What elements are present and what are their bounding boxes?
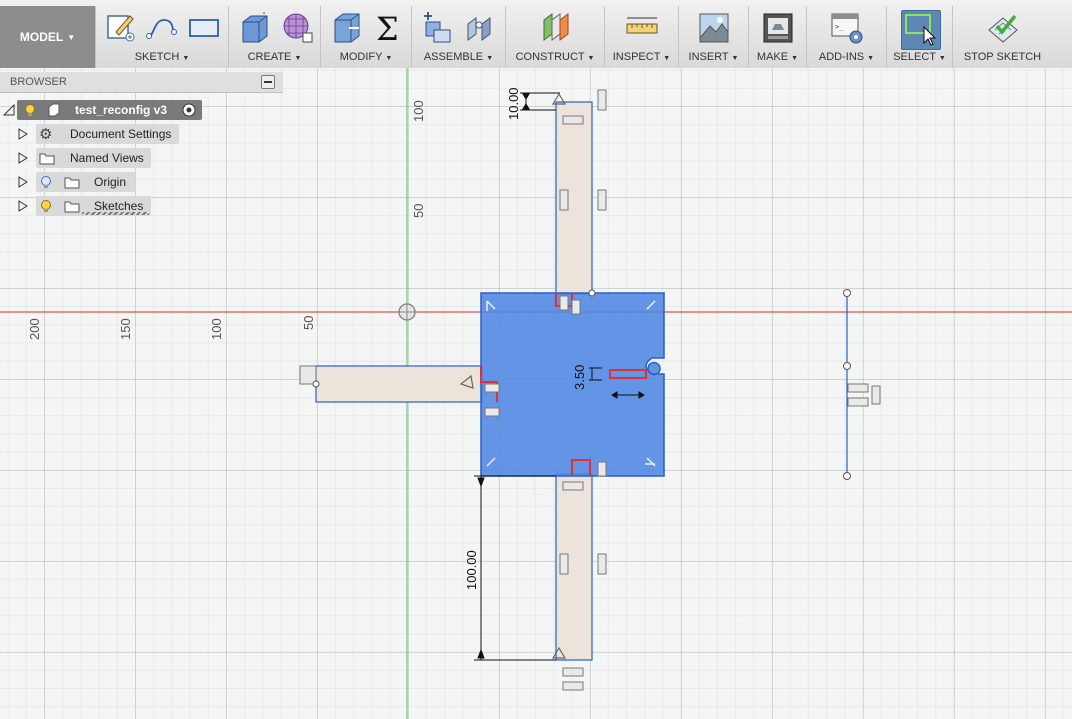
ruler-h-200: 200 <box>27 318 42 340</box>
dimension-bottom[interactable] <box>474 475 556 661</box>
caret-down-icon: ▼ <box>67 32 76 42</box>
browser-item-origin[interactable]: Origin <box>16 172 186 192</box>
modify-group-label: MODIFY <box>339 51 383 63</box>
stop-sketch-label: STOP SKETCH <box>963 51 1042 63</box>
svg-text:Σ: Σ <box>376 10 399 46</box>
inspect-group[interactable]: INSPECT ▼ <box>604 6 678 68</box>
offset-plane-icon[interactable] <box>538 10 574 46</box>
caret-down-icon: ▼ <box>294 55 302 62</box>
sketch-group[interactable]: SKETCH ▼ <box>95 6 228 68</box>
ruler-h-100: 100 <box>209 318 224 340</box>
activate-radio-icon[interactable] <box>182 103 196 117</box>
ruler-h-150: 150 <box>118 318 133 340</box>
assemble-group-label: ASSEMBLE <box>423 51 484 63</box>
insert-group[interactable]: INSERT ▼ <box>678 6 748 68</box>
root-label: test_reconfig v3 <box>75 103 168 117</box>
caret-down-icon: ▼ <box>791 55 799 62</box>
component-icon <box>48 103 60 117</box>
workspace-switcher-button[interactable]: MODEL ▼ <box>0 6 95 68</box>
named-views-label: Named Views <box>70 151 144 165</box>
browser-panel: BROWSER test_reconfig v3 ⚙ Document Sett… <box>0 72 283 216</box>
origin-label: Origin <box>94 175 127 189</box>
dimension-top-label[interactable]: 10.00 <box>506 87 521 120</box>
create-sketch-icon[interactable] <box>104 10 140 46</box>
stop-sketch-group[interactable]: STOP SKETCH <box>952 6 1052 68</box>
ruler-v-100: 100 <box>411 100 426 122</box>
dimension-bottom-label[interactable]: 100.00 <box>464 550 479 590</box>
joint-icon[interactable] <box>462 10 498 46</box>
parameters-sigma-icon[interactable]: Σ <box>371 10 407 46</box>
browser-title: BROWSER <box>10 76 67 88</box>
expand-triangle-icon[interactable] <box>16 175 30 189</box>
measure-icon[interactable] <box>624 10 660 46</box>
caret-down-icon: ▼ <box>182 55 190 62</box>
lightbulb-off-icon[interactable] <box>39 175 53 189</box>
caret-down-icon: ▼ <box>587 55 595 62</box>
folder-icon <box>64 201 80 213</box>
workspace-label: MODEL <box>19 30 64 44</box>
scripts-icon[interactable]: >_ <box>829 10 865 46</box>
sketch-point[interactable] <box>588 289 596 297</box>
caret-down-icon: ▼ <box>938 55 946 62</box>
create-group[interactable]: CREATE ▼ <box>228 6 320 68</box>
expand-triangle-icon[interactable] <box>16 127 30 141</box>
document-settings-label: Document Settings <box>70 127 172 141</box>
browser-item-named-views[interactable]: Named Views <box>16 148 186 168</box>
insert-image-icon[interactable] <box>696 10 732 46</box>
press-pull-icon[interactable] <box>331 10 367 46</box>
modify-group[interactable]: Σ MODIFY ▼ <box>320 6 411 68</box>
browser-item-document-settings[interactable]: ⚙ Document Settings <box>16 124 186 144</box>
gear-icon: ⚙ <box>39 126 53 143</box>
new-component-icon[interactable] <box>420 10 456 46</box>
create-group-label: CREATE <box>247 51 292 63</box>
sketch-group-label: SKETCH <box>134 51 180 63</box>
browser-collapse-button[interactable] <box>261 75 275 89</box>
collapse-triangle-icon[interactable] <box>2 103 16 117</box>
lightbulb-icon[interactable] <box>39 199 53 213</box>
folder-icon <box>64 177 80 189</box>
make-group-label: MAKE <box>756 51 789 63</box>
ruler-v-50: 50 <box>411 204 426 218</box>
construct-group-label: CONSTRUCT <box>515 51 585 63</box>
make-group[interactable]: MAKE ▼ <box>748 6 806 68</box>
origin-point[interactable] <box>398 303 416 321</box>
inspect-group-label: INSPECT <box>612 51 661 63</box>
svg-text:>_: >_ <box>835 23 844 31</box>
caret-down-icon: ▼ <box>867 55 875 62</box>
browser-header: BROWSER <box>0 72 283 93</box>
construct-group[interactable]: CONSTRUCT ▼ <box>505 6 604 68</box>
browser-item-sketches[interactable]: Sketches <box>16 196 186 216</box>
assemble-group[interactable]: ASSEMBLE ▼ <box>411 6 505 68</box>
dimension-gap-label[interactable]: 3.50 <box>572 365 587 390</box>
form-icon[interactable] <box>279 10 315 46</box>
caret-down-icon: ▼ <box>731 55 739 62</box>
select-window-icon[interactable] <box>901 10 941 50</box>
rectangle-icon[interactable] <box>186 10 222 46</box>
browser-root-node[interactable]: test_reconfig v3 <box>0 100 210 120</box>
left-arm-profile[interactable] <box>315 365 483 403</box>
caret-down-icon: ▼ <box>663 55 671 62</box>
add-ins-group[interactable]: >_ ADD-INS ▼ <box>806 6 886 68</box>
lightbulb-icon[interactable] <box>23 103 37 117</box>
3d-print-icon[interactable] <box>760 10 796 46</box>
folder-icon <box>39 153 55 165</box>
caret-down-icon: ▼ <box>385 55 393 62</box>
add-ins-group-label: ADD-INS <box>818 51 865 63</box>
sketch-point[interactable] <box>312 380 320 388</box>
toolbar: MODEL ▼ SKETCH ▼ CREATE ▼ Σ MODIFY ▼ ASS… <box>0 0 1072 69</box>
caret-down-icon: ▼ <box>486 55 494 62</box>
expand-triangle-icon[interactable] <box>16 151 30 165</box>
insert-group-label: INSERT <box>688 51 729 63</box>
ruler-h-50: 50 <box>301 316 316 330</box>
select-group-label: SELECT <box>893 51 936 63</box>
spline-icon[interactable] <box>144 10 180 46</box>
extrude-icon[interactable] <box>237 10 273 46</box>
expand-triangle-icon[interactable] <box>16 199 30 213</box>
finish-sketch-icon[interactable] <box>985 10 1021 46</box>
sketch-hatch-underline <box>82 212 149 215</box>
select-group[interactable]: SELECT ▼ <box>886 6 952 68</box>
